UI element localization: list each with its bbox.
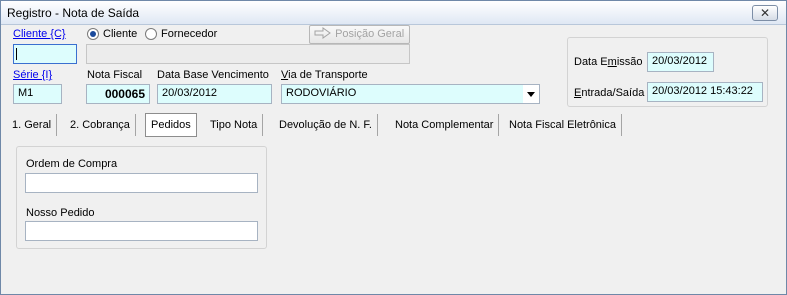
cliente-code-input[interactable] [13,44,77,64]
via-transporte-value: RODOVIÁRIO [286,87,357,99]
window-title: Registro - Nota de Saída [7,6,140,20]
text-cursor [16,48,17,60]
tab-geral-label: 1. Geral [12,119,52,131]
tab-devolucao-label: Devolução de N. F. [279,119,372,131]
title-bar: Registro - Nota de Saída ✕ [1,1,786,25]
via-transporte-select[interactable]: RODOVIÁRIO [281,84,540,104]
cliente-name-field [86,44,410,64]
nosso-pedido-input[interactable] [25,221,258,241]
via-transporte-label: Via de Transporte [281,69,368,81]
chevron-down-icon [527,92,535,97]
radio-cliente-label[interactable]: Cliente [103,28,137,40]
tab-pedidos-label: Pedidos [151,119,191,131]
posicao-geral-label: Posição Geral [335,28,405,40]
data-emissao-field[interactable]: 20/03/2012 [647,52,714,72]
nota-saida-window: Registro - Nota de Saída ✕ Cliente {C} C… [0,0,787,295]
radio-fornecedor[interactable] [145,28,157,40]
ordem-compra-input[interactable] [25,173,258,193]
tab-devolucao[interactable]: Devolução de N. F. [274,114,378,136]
tab-nota-complementar-label: Nota Complementar [395,119,494,131]
tab-tipo-nota[interactable]: Tipo Nota [205,114,264,136]
posicao-geral-button: Posição Geral [309,25,410,44]
via-transporte-dropdown-button[interactable] [523,85,539,103]
tab-nota-fiscal-eletronica-label: Nota Fiscal Eletrônica [509,119,616,131]
arrow-right-icon [314,27,331,39]
radio-cliente[interactable] [87,28,99,40]
cliente-link[interactable]: Cliente {C} [13,28,66,40]
tab-pedidos[interactable]: Pedidos [145,113,197,137]
tab-nota-complementar[interactable]: Nota Complementar [390,114,500,136]
data-base-field[interactable]: 20/03/2012 [157,84,272,104]
nota-fiscal-field[interactable]: 000065 [86,84,150,104]
ordem-compra-label: Ordem de Compra [26,158,118,170]
serie-link[interactable]: Série {I} [13,69,52,81]
entrada-saida-field[interactable]: 20/03/2012 15:43:22 [647,82,763,102]
tab-nota-fiscal-eletronica[interactable]: Nota Fiscal Eletrônica [504,114,622,136]
nosso-pedido-label: Nosso Pedido [26,207,95,219]
data-emissao-label: Data Emissão [574,56,643,68]
tab-cobranca-label: 2. Cobrança [70,119,130,131]
tab-tipo-nota-label: Tipo Nota [210,119,258,131]
close-button[interactable]: ✕ [752,5,778,21]
data-base-label: Data Base Vencimento [157,69,269,81]
serie-field[interactable]: M1 [13,84,62,104]
tab-geral[interactable]: 1. Geral [7,114,58,136]
nota-fiscal-label: Nota Fiscal [87,69,143,81]
tab-cobranca[interactable]: 2. Cobrança [65,114,136,136]
radio-fornecedor-label[interactable]: Fornecedor [161,28,217,40]
entrada-saida-label: Entrada/Saída [574,87,645,99]
